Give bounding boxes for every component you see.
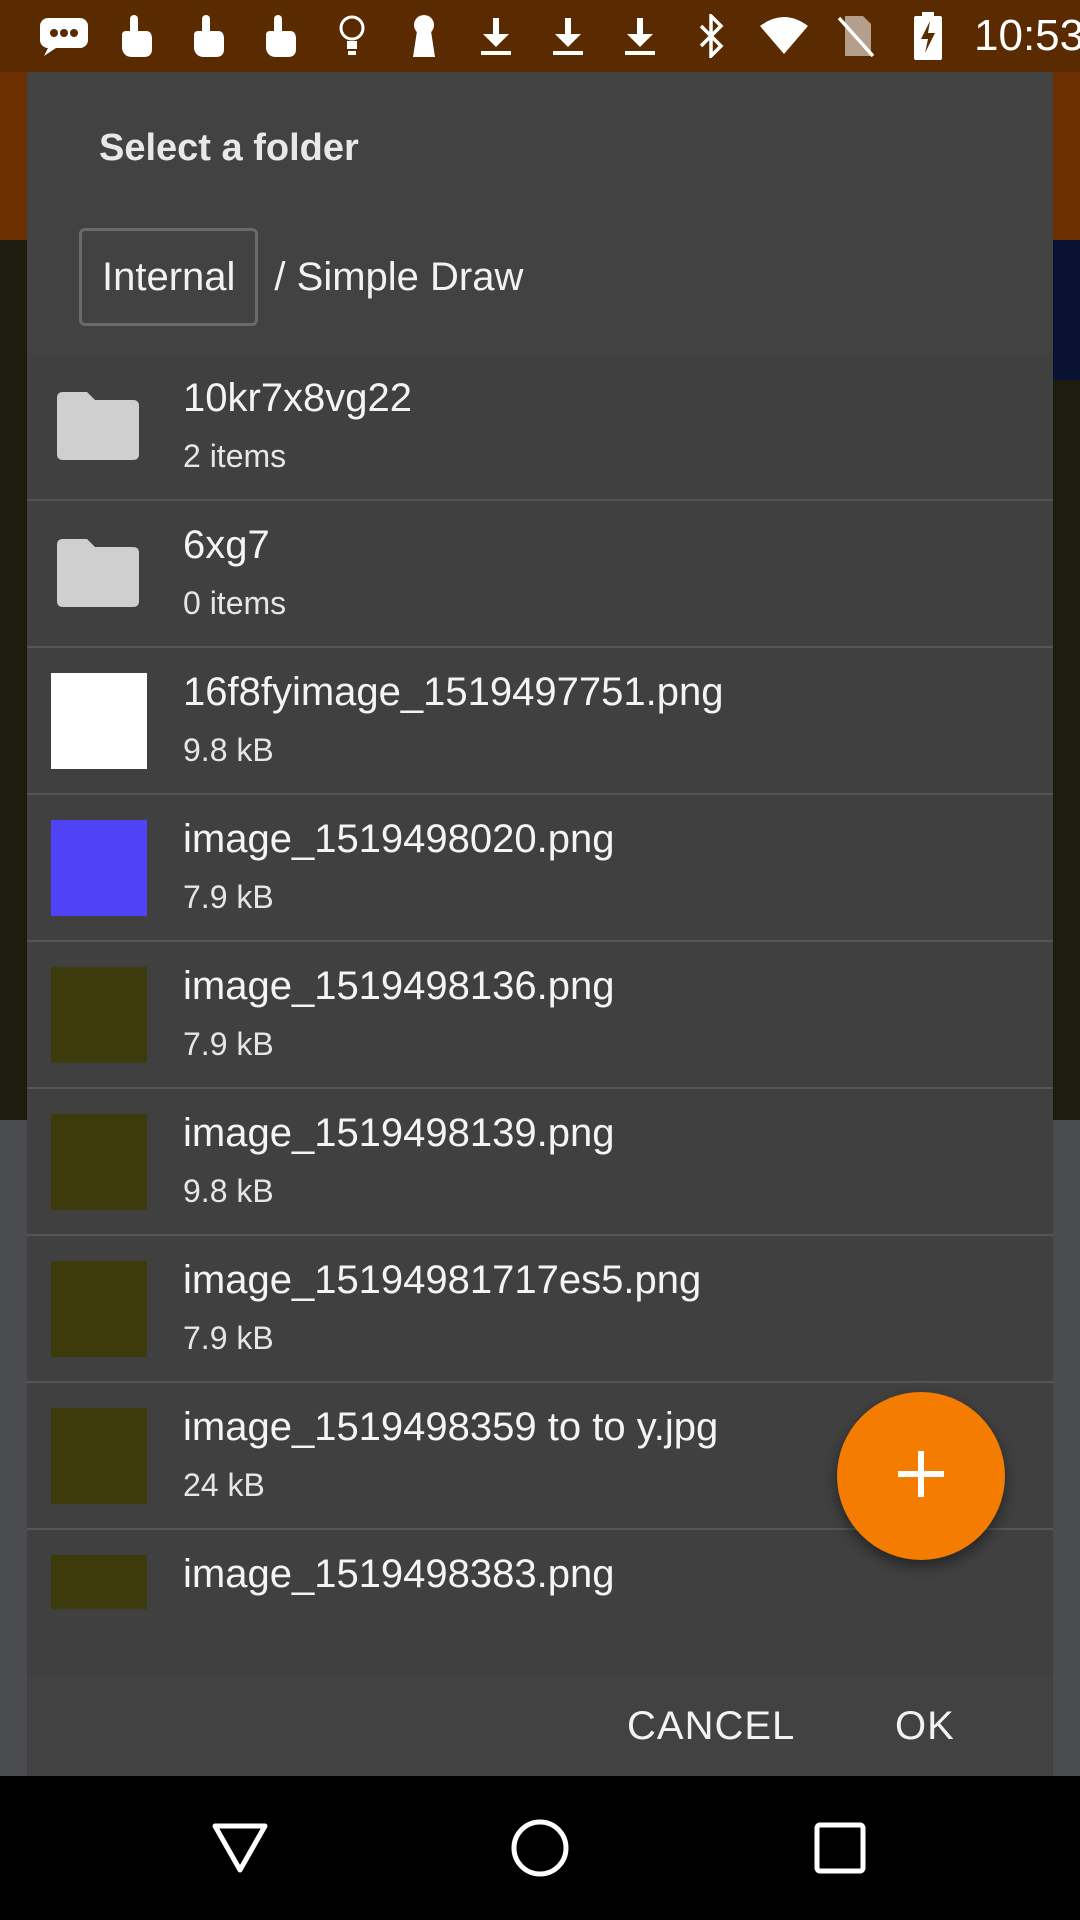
image-thumbnail: [51, 967, 147, 1063]
dialog-title: Select a folder: [99, 127, 359, 169]
item-name: image_1519498020.png: [183, 817, 615, 861]
item-name: 16f8fyimage_1519497751.png: [183, 670, 724, 714]
image-thumbnail: [51, 1261, 147, 1357]
image-thumbnail: [51, 820, 147, 916]
ok-button[interactable]: OK: [895, 1676, 955, 1776]
file-row[interactable]: image_1519498020.png 7.9 kB: [27, 795, 1053, 942]
folder-row[interactable]: 10kr7x8vg22 2 items: [27, 354, 1053, 501]
status-bar: 10:53: [0, 0, 1080, 72]
file-row[interactable]: image_1519498136.png 7.9 kB: [27, 942, 1053, 1089]
item-meta: 7.9 kB: [183, 1320, 274, 1356]
item-meta: 9.8 kB: [183, 732, 274, 768]
download-icon: [460, 0, 532, 72]
download-icon: [532, 0, 604, 72]
item-name: 6xg7: [183, 523, 270, 567]
breadcrumb: Internal / Simple Draw: [79, 228, 523, 326]
bulb-icon: [316, 0, 388, 72]
wifi-icon: [748, 0, 820, 72]
item-name: 10kr7x8vg22: [183, 376, 413, 420]
folder-picker-dialog: Select a folder Internal / Simple Draw 1…: [27, 72, 1053, 1776]
folder-row[interactable]: 6xg7 0 items: [27, 501, 1053, 648]
message-icon: [28, 0, 100, 72]
navigation-bar: [0, 1776, 1080, 1920]
cancel-button[interactable]: CANCEL: [627, 1676, 795, 1776]
item-name: image_1519498139.png: [183, 1111, 615, 1155]
no-sim-icon: [820, 0, 892, 72]
home-icon[interactable]: [504, 1812, 576, 1884]
breadcrumb-root-button[interactable]: Internal: [79, 228, 259, 326]
image-thumbnail: [51, 1555, 147, 1609]
plus-icon: [898, 1450, 944, 1502]
image-thumbnail: [51, 1408, 147, 1504]
item-meta: 0 items: [183, 585, 287, 621]
folder-icon: [57, 539, 139, 612]
notification-icons: [28, 0, 676, 72]
battery-charging-icon: [892, 0, 964, 72]
item-meta: 2 items: [183, 438, 287, 474]
touch-icon: [100, 0, 172, 72]
back-icon[interactable]: [204, 1812, 276, 1884]
touch-icon: [244, 0, 316, 72]
system-icons: 10:53: [676, 0, 1080, 72]
file-row[interactable]: 16f8fyimage_1519497751.png 9.8 kB: [27, 648, 1053, 795]
item-meta: 24 kB: [183, 1467, 265, 1503]
download-icon: [604, 0, 676, 72]
image-thumbnail: [51, 1114, 147, 1210]
clock: 10:53: [974, 11, 1080, 60]
keyhole-icon: [388, 0, 460, 72]
recents-icon[interactable]: [804, 1812, 876, 1884]
dialog-actions: CANCEL OK: [27, 1676, 1053, 1776]
breadcrumb-path[interactable]: / Simple Draw: [274, 255, 523, 300]
item-name: image_1519498136.png: [183, 964, 615, 1008]
item-name: image_1519498359 to to y.jpg: [183, 1405, 719, 1449]
bluetooth-icon: [676, 0, 748, 72]
folder-icon: [57, 392, 139, 465]
item-meta: 7.9 kB: [183, 1026, 274, 1062]
item-name: image_1519498383.png: [183, 1552, 615, 1596]
background-panel: [1050, 240, 1080, 380]
new-folder-fab[interactable]: [837, 1392, 1005, 1560]
file-row[interactable]: image_15194981717es5.png 7.9 kB: [27, 1236, 1053, 1383]
item-meta: 7.9 kB: [183, 879, 274, 915]
image-thumbnail: [51, 673, 147, 769]
item-name: image_15194981717es5.png: [183, 1258, 702, 1302]
item-meta: 9.8 kB: [183, 1173, 274, 1209]
file-row[interactable]: image_1519498139.png 9.8 kB: [27, 1089, 1053, 1236]
touch-icon: [172, 0, 244, 72]
